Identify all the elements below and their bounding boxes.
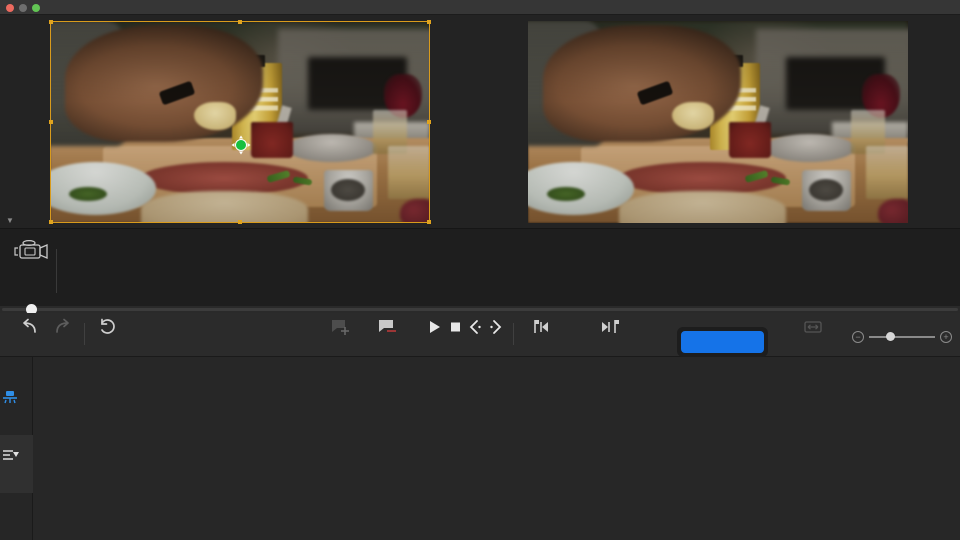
triangle-down-icon[interactable]: ▼ <box>4 215 16 227</box>
presets-scrollbar-track <box>2 308 958 311</box>
presets-next-button[interactable] <box>944 259 958 283</box>
play-icon <box>425 318 443 336</box>
undo-button[interactable] <box>14 318 46 338</box>
apply-button[interactable] <box>681 331 764 353</box>
plus-circle-icon[interactable]: + <box>940 331 952 343</box>
sidebar-item-list[interactable] <box>0 435 33 493</box>
source-frame-image <box>50 21 430 223</box>
close-button[interactable] <box>6 4 14 12</box>
camcorder-icon <box>12 237 52 263</box>
prev-frame-icon <box>466 318 484 336</box>
redo-icon <box>51 318 73 336</box>
fit-size-icon <box>802 318 824 336</box>
minimize-button[interactable] <box>19 4 27 12</box>
window-controls <box>6 4 40 12</box>
stop-icon <box>446 318 464 336</box>
prev-keyframe-button[interactable] <box>504 318 576 338</box>
presets-group[interactable] <box>6 237 58 266</box>
presets-scrollbar[interactable] <box>0 306 960 313</box>
keyframe-list[interactable] <box>33 357 960 540</box>
result-frame-image <box>528 21 908 223</box>
prev-keyframe-icon <box>528 318 552 336</box>
next-frame-icon <box>487 318 505 336</box>
reset-button[interactable] <box>91 318 125 338</box>
redo-button[interactable] <box>46 318 78 338</box>
delete-keyframe-button[interactable] <box>348 318 426 338</box>
presets-strip <box>0 228 960 313</box>
presets-track[interactable] <box>72 233 946 309</box>
delete-keyframe-icon <box>375 318 399 336</box>
keyframe-marker-label <box>235 139 247 151</box>
reset-icon <box>97 318 119 336</box>
presets-prev-button[interactable] <box>58 259 72 283</box>
minus-circle-icon[interactable]: − <box>852 331 864 343</box>
zoom-slider-track[interactable] <box>869 336 935 338</box>
zoom-slider-thumb[interactable] <box>886 332 895 341</box>
zoom-control[interactable]: − + <box>852 330 952 346</box>
fit-size-button[interactable] <box>790 318 836 338</box>
motion-editor-window: ▼ <box>0 0 960 540</box>
source-preview[interactable] <box>50 21 430 223</box>
editor-toolbar <box>0 313 960 357</box>
preview-area <box>0 16 960 228</box>
sidebar-item-visual[interactable] <box>0 377 33 435</box>
presets-divider <box>56 249 57 293</box>
mode-rail <box>0 357 33 540</box>
next-keyframe-icon <box>598 318 622 336</box>
next-keyframe-button[interactable] <box>574 318 646 338</box>
undo-icon <box>19 318 41 336</box>
play-button[interactable] <box>423 318 445 338</box>
list-mode-icon <box>0 447 20 463</box>
result-preview[interactable] <box>528 21 908 223</box>
title-bar <box>0 0 960 15</box>
maximize-button[interactable] <box>32 4 40 12</box>
keyframe-marker-handle[interactable] <box>231 135 251 155</box>
visual-mode-icon <box>0 389 20 405</box>
toolbar-divider-1 <box>84 323 85 345</box>
